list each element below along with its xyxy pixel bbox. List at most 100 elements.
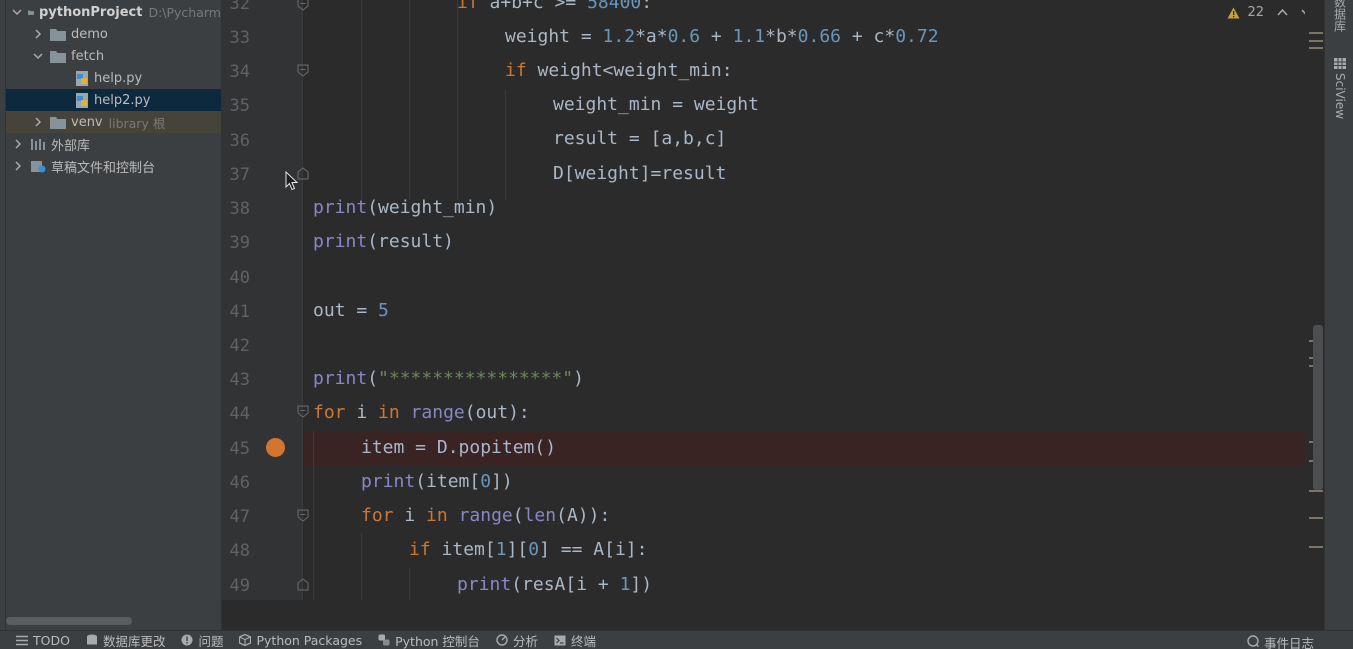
indent-guide	[313, 431, 314, 600]
library-icon	[31, 138, 45, 150]
tree-item-label: demo	[71, 26, 108, 42]
code-token: range	[410, 402, 465, 423]
code-line-32[interactable]: if a+b+c >= 58400:	[457, 0, 652, 20]
tool-button-label: TODO	[33, 632, 70, 648]
chevron-down-icon[interactable]	[32, 50, 44, 62]
chevron-down-icon[interactable]	[12, 6, 22, 18]
code-token: if	[409, 539, 431, 560]
code-line-43[interactable]: print("****************")	[313, 362, 584, 396]
code-line-45[interactable]: item = D.popitem()	[361, 431, 556, 465]
code-line-49[interactable]: print(resA[i + 1])	[457, 568, 652, 600]
code-line-39[interactable]: print(result)	[313, 225, 454, 259]
error-stripe[interactable]	[1305, 0, 1324, 600]
fold-end-marker-icon[interactable]	[296, 577, 310, 591]
stripe-mark[interactable]	[1309, 546, 1323, 548]
tree-item-venv[interactable]: venv library 根	[6, 111, 221, 133]
code-token: +	[700, 26, 733, 47]
code-token: (A)):	[556, 505, 611, 526]
line-number: 36	[229, 131, 250, 151]
code-line-41[interactable]: out = 5	[313, 294, 389, 328]
code-token: (	[367, 368, 379, 389]
terminal-tool-button[interactable]: 终端	[554, 631, 596, 649]
line-number: 43	[229, 370, 250, 390]
line-number: 37	[229, 165, 250, 185]
stripe-mark[interactable]	[1309, 32, 1323, 34]
python-file-icon	[76, 92, 88, 108]
indent-guide	[409, 568, 410, 600]
code-editor[interactable]: 32 33 34 35 36 37 38 39 40 41 42 43 44 4…	[222, 0, 1324, 600]
code-line-47[interactable]: for i in range(len(A)):	[361, 499, 610, 533]
project-tree-scrollbar[interactable]	[6, 617, 132, 625]
code-token: range	[458, 505, 513, 526]
fold-marker-icon[interactable]	[296, 405, 310, 419]
fold-marker-icon[interactable]	[296, 509, 310, 523]
code-line-35[interactable]: weight_min = weight	[553, 88, 759, 122]
code-token: item[	[430, 539, 496, 560]
stripe-mark[interactable]	[1309, 40, 1323, 42]
code-line-36[interactable]: result = [a,b,c]	[553, 122, 726, 156]
code-token: (result)	[367, 231, 454, 252]
editor-vertical-scrollbar-thumb[interactable]	[1313, 325, 1323, 490]
chevron-right-icon[interactable]	[12, 160, 24, 172]
tree-item-label: help2.py	[94, 92, 151, 108]
todo-tool-button[interactable]: TODO	[16, 633, 70, 648]
list-icon	[16, 634, 28, 646]
code-token: len	[523, 505, 557, 526]
fold-marker-icon[interactable]	[296, 0, 310, 12]
problems-tool-button[interactable]: 问题	[181, 631, 223, 649]
inspection-widget[interactable]: 22	[1227, 5, 1312, 20]
python-console-tool-button[interactable]: Python 控制台	[378, 631, 480, 649]
code-token: "****************"	[378, 368, 574, 389]
database-tool-tab[interactable]: 数据库	[1331, 0, 1349, 32]
profiler-tool-button[interactable]: 分析	[496, 631, 538, 649]
event-log-tool-button[interactable]: 事件日志	[1247, 633, 1314, 649]
code-token: print	[313, 368, 368, 389]
chevron-right-icon[interactable]	[12, 138, 24, 150]
code-token: + c*	[841, 26, 896, 47]
code-line-38[interactable]: print(weight_min)	[313, 191, 497, 225]
python-packages-tool-button[interactable]: Python Packages	[239, 633, 362, 648]
code-token: 5	[378, 300, 389, 321]
tree-item-help-py[interactable]: help.py	[6, 67, 221, 89]
code-token: (item[	[415, 471, 481, 492]
code-token: ])	[491, 471, 513, 492]
code-token: 0	[480, 471, 492, 492]
tree-root-pythonproject[interactable]: pythonProject D:\Pycharm	[6, 1, 221, 23]
code-line-34[interactable]: if weight<weight_min:	[505, 54, 733, 88]
code-token: ][	[506, 539, 529, 560]
stripe-mark[interactable]	[1309, 47, 1323, 49]
sciview-tool-tab[interactable]: SciView	[1331, 58, 1349, 119]
tree-item-help2-py[interactable]: help2.py	[6, 89, 221, 111]
tree-item-demo[interactable]: demo	[6, 23, 221, 45]
database-changes-tool-button[interactable]: 数据库更改	[86, 631, 165, 649]
code-token: 0.6	[667, 26, 701, 47]
code-token: for	[361, 505, 394, 526]
code-line-46[interactable]: print(item[0])	[361, 465, 513, 499]
tree-item-scratches[interactable]: 草稿文件和控制台	[6, 155, 221, 177]
chevron-right-icon[interactable]	[32, 28, 44, 40]
packages-icon	[239, 634, 252, 646]
indent-guide	[409, 0, 410, 200]
code-line-48[interactable]: if item[1][0] == A[i]:	[409, 533, 647, 567]
stripe-mark[interactable]	[1309, 517, 1323, 519]
code-line-33[interactable]: weight = 1.2*a*0.6 + 1.1*b*0.66 + c*0.72	[505, 20, 939, 54]
warning-triangle-icon	[1227, 7, 1240, 18]
breakpoint-icon[interactable]	[266, 438, 285, 457]
code-line-44[interactable]: for i in range(out):	[313, 396, 530, 430]
tree-item-fetch[interactable]: fetch	[6, 45, 221, 67]
tree-item-external-libraries[interactable]: 外部库	[6, 133, 221, 155]
tool-button-label: 事件日志	[1263, 636, 1314, 649]
chevron-up-icon[interactable]	[1277, 7, 1288, 18]
code-line-37[interactable]: D[weight]=result	[553, 157, 726, 191]
code-token: *a*	[635, 26, 668, 47]
line-number: 32	[229, 0, 250, 14]
code-token: 58400	[587, 0, 642, 13]
line-number: 42	[229, 336, 250, 356]
chevron-right-icon[interactable]	[32, 116, 44, 128]
right-tool-strip: 数据库 SciView	[1324, 0, 1353, 630]
stripe-mark[interactable]	[1309, 490, 1323, 492]
fold-marker-icon[interactable]	[296, 64, 310, 78]
code-token: print	[313, 231, 368, 252]
